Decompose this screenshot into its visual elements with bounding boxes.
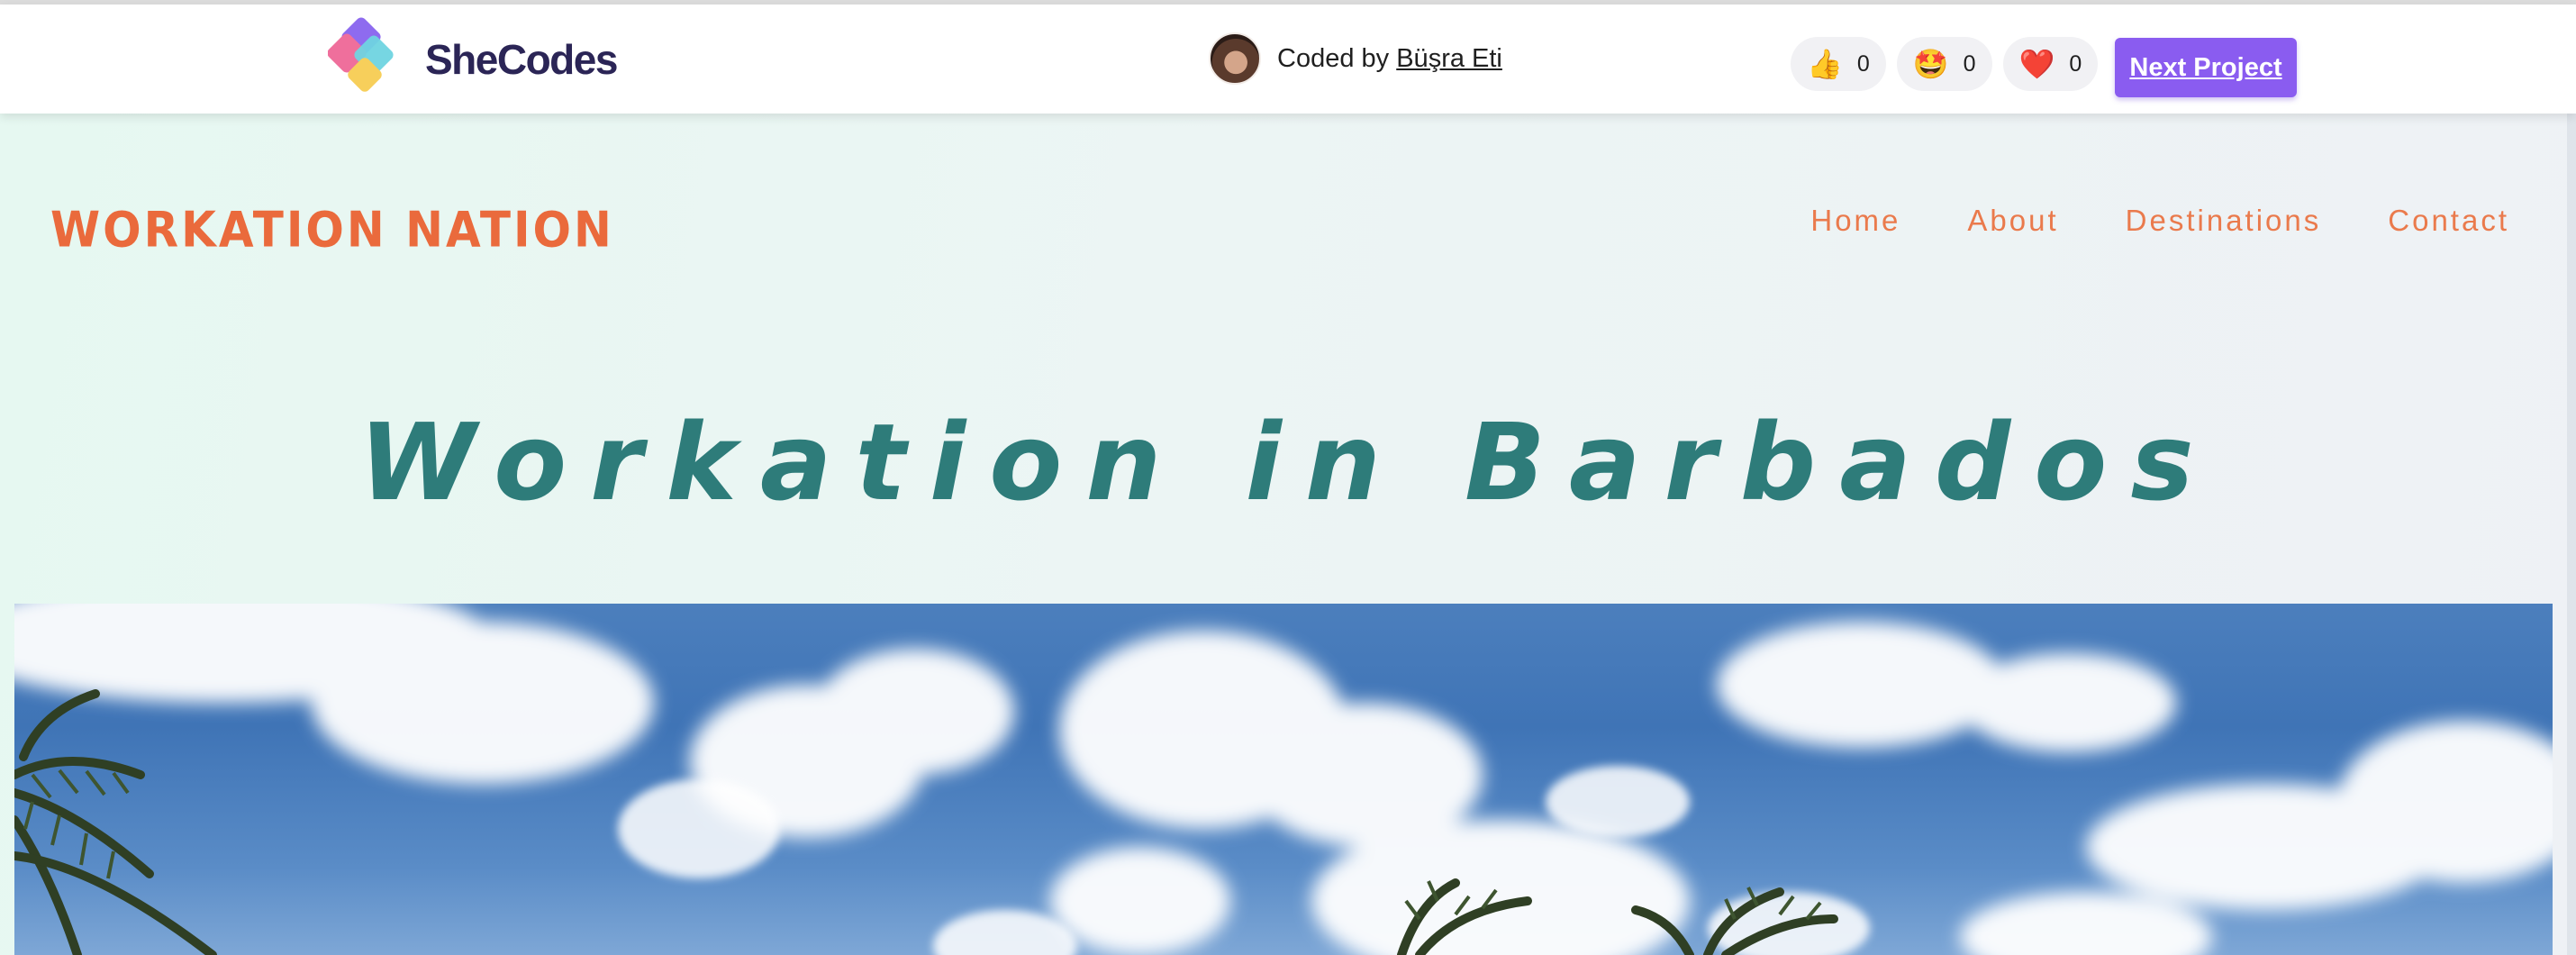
nav-about[interactable]: About	[1967, 204, 2058, 238]
star-struck-icon: 🤩	[1912, 48, 1949, 80]
reaction-count: 0	[2069, 50, 2082, 77]
shecodes-logo[interactable]: SheCodes	[328, 17, 618, 100]
reaction-count: 0	[1856, 50, 1870, 77]
reaction-star-struck-button[interactable]: 🤩 0	[1896, 37, 1992, 91]
reaction-thumbs-up-button[interactable]: 👍 0	[1791, 37, 1886, 91]
nav-contact[interactable]: Contact	[2388, 204, 2509, 238]
page-scrollbar[interactable]	[2567, 114, 2576, 955]
nav-home[interactable]: Home	[1810, 204, 1900, 238]
hero-image	[14, 604, 2553, 955]
shecodes-logo-icon	[328, 17, 394, 92]
shecodes-logo-text: SheCodes	[425, 36, 618, 83]
workation-site: WORKATION NATION Home About Destinations…	[0, 114, 2576, 955]
heart-icon: ❤️	[2018, 48, 2055, 80]
reaction-count: 0	[1963, 50, 1976, 77]
reactions: 👍 0 🤩 0 ❤️ 0	[1791, 37, 2099, 91]
hero-title: Workation in Barbados	[358, 400, 2218, 524]
author-avatar[interactable]	[1209, 32, 1261, 85]
next-project-button[interactable]: Next Project	[2115, 38, 2297, 97]
author-link[interactable]: Büşra Eti	[1396, 44, 1502, 73]
shecodes-top-bar: SheCodes Coded by Büşra Eti 👍 0 🤩 0 ❤️ 0…	[0, 5, 2576, 114]
coded-by: Coded by Büşra Eti	[1209, 32, 1502, 86]
site-nav: Home About Destinations Contact	[1810, 204, 2509, 238]
site-brand[interactable]: WORKATION NATION	[50, 202, 614, 259]
coded-by-prefix: Coded by	[1277, 43, 1390, 73]
sky-clouds-palm-trees-image	[14, 604, 2553, 955]
nav-destinations[interactable]: Destinations	[2126, 204, 2322, 238]
coded-by-text: Coded by Büşra Eti	[1277, 44, 1502, 74]
reaction-heart-button[interactable]: ❤️ 0	[2002, 37, 2099, 91]
thumbs-up-icon: 👍	[1807, 48, 1843, 80]
